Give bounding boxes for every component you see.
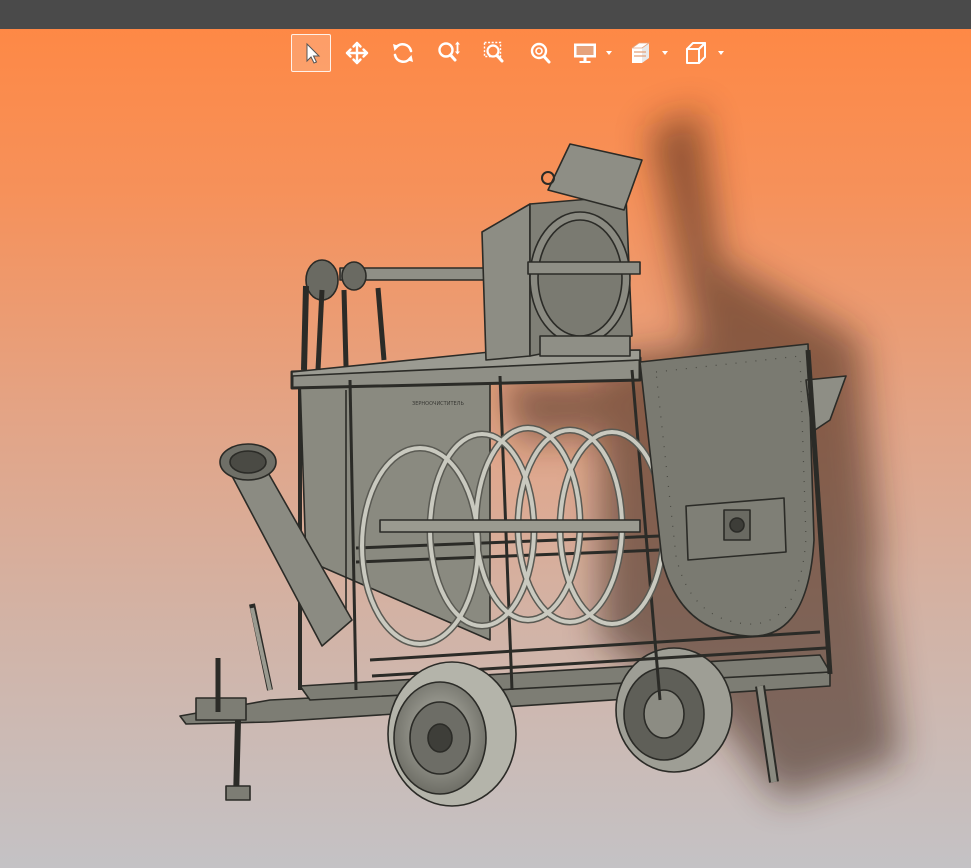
grain-cleaner-model: ЗЕРНООЧИСТИТЕЛЬ	[179, 110, 900, 807]
rear-wheel	[615, 647, 733, 773]
3d-viewport[interactable]: ЗЕРНООЧИСТИТЕЛЬ	[0, 29, 971, 868]
drive-pulleys	[301, 259, 491, 371]
motor-housing	[481, 143, 643, 361]
model-plate: ЗЕРНООЧИСТИТЕЛЬ	[412, 401, 464, 407]
front-wheel	[387, 661, 517, 807]
window-titlebar	[0, 0, 971, 29]
auger-shaft	[379, 519, 641, 533]
